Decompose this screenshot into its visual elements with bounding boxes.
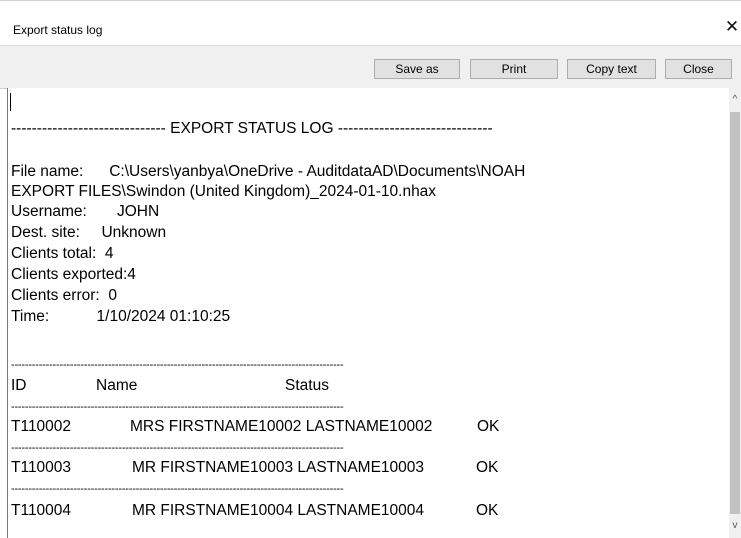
separator: ----------------------------------------… — [11, 359, 344, 371]
column-header-name: Name — [96, 377, 138, 394]
copy-text-button[interactable]: Copy text — [567, 59, 656, 79]
text-caret — [10, 93, 11, 111]
row-name: MR FIRSTNAME10004 LASTNAME10004 — [132, 502, 425, 519]
clients-total-line: Clients total: 4 — [11, 245, 114, 262]
row-status: OK — [476, 502, 499, 519]
row-status: OK — [476, 459, 499, 476]
log-header: ------------------------------ EXPORT ST… — [11, 120, 493, 137]
title-bar: Export status log ✕ — [0, 0, 741, 45]
row-name: MR FIRSTNAME10003 LASTNAME10003 — [132, 459, 425, 476]
scroll-up-icon[interactable]: ^ — [729, 94, 741, 106]
username-line: Username: JOHN — [11, 203, 160, 220]
file-name-line: File name: C:\Users\yanbya\OneDrive - Au… — [11, 163, 526, 180]
row-status: OK — [477, 418, 500, 435]
scroll-thumb[interactable] — [730, 112, 740, 514]
column-header-status: Status — [285, 377, 329, 394]
vertical-scrollbar[interactable]: ^ v — [729, 88, 741, 538]
toolbar: Save as Print Copy text Close — [0, 45, 741, 89]
clients-exported-line: Clients exported:4 — [11, 266, 136, 283]
scroll-down-icon[interactable]: v — [729, 520, 741, 532]
separator: ----------------------------------------… — [11, 442, 344, 454]
log-text-area[interactable]: ------------------------------ EXPORT ST… — [7, 88, 735, 538]
row-id: T110004 — [11, 502, 72, 519]
row-name: MRS FIRSTNAME10002 LASTNAME10002 — [130, 418, 433, 435]
close-icon[interactable]: ✕ — [722, 17, 741, 37]
column-header-id: ID — [11, 377, 27, 394]
clients-error-line: Clients error: 0 — [11, 287, 117, 304]
file-name-line-continued: EXPORT FILES\Swindon (United Kingdom)_20… — [11, 183, 437, 200]
row-id: T110003 — [11, 459, 72, 476]
separator: ----------------------------------------… — [11, 401, 344, 413]
save-as-button[interactable]: Save as — [374, 59, 460, 79]
separator: ----------------------------------------… — [11, 483, 344, 495]
time-line: Time: 1/10/2024 01:10:25 — [11, 308, 231, 325]
row-id: T110002 — [11, 418, 72, 435]
window-title: Export status log — [13, 23, 103, 37]
dest-site-line: Dest. site: Unknown — [11, 224, 167, 241]
close-button[interactable]: Close — [665, 59, 732, 79]
print-button[interactable]: Print — [470, 59, 558, 79]
